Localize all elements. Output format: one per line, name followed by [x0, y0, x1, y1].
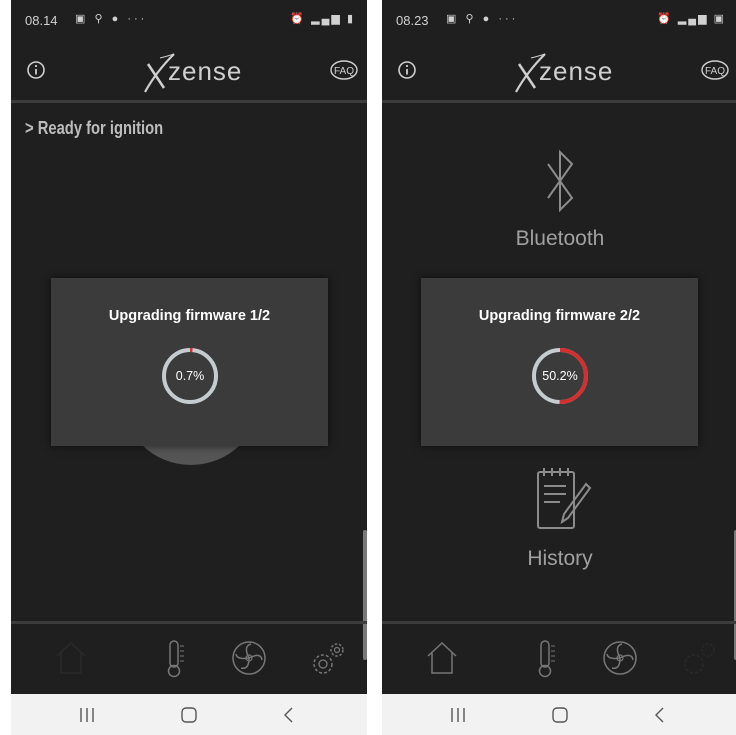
- logo-text: zense: [168, 56, 243, 86]
- home-nav-icon[interactable]: [169, 702, 209, 728]
- bottom-tab-bar: [382, 624, 736, 694]
- info-icon[interactable]: [26, 60, 46, 80]
- back-icon[interactable]: [640, 702, 680, 728]
- status-bar: 08.23 ▣ ⚲ ● ··· ⏰ ▂▄▆ ▣: [382, 0, 736, 40]
- info-icon[interactable]: [397, 60, 417, 80]
- app-header: zense FAQ: [382, 40, 736, 100]
- dialog-title: Upgrading firmware 1/2: [108, 308, 271, 324]
- usb-icon: ⚲: [94, 13, 106, 25]
- fan-icon[interactable]: [229, 636, 269, 680]
- battery-icon: ▮: [346, 13, 355, 25]
- notification-icons: ▣ ⚲ ● ···: [75, 12, 147, 25]
- dialog-title: Upgrading firmware 2/2: [478, 308, 641, 324]
- progress-ring: 50.2%: [530, 346, 590, 406]
- home-nav-icon[interactable]: [540, 702, 580, 728]
- more-icon: ···: [127, 13, 148, 25]
- usb-icon: ⚲: [465, 13, 477, 25]
- firmware-upgrade-dialog: Upgrading firmware 1/2 0.7%: [51, 278, 328, 446]
- progress-percentage: 0.7%: [175, 369, 205, 383]
- phone-screen-left: 08.14 ▣ ⚲ ● ··· ⏰ ▂▄▆ ▮ zense FAQ > Read…: [11, 0, 367, 735]
- thermometer-icon[interactable]: [525, 636, 565, 680]
- alarm-icon: ⏰: [657, 13, 673, 25]
- ready-status-link[interactable]: > Ready for ignition: [25, 118, 163, 139]
- system-status-icons: ⏰ ▂▄▆ ▮: [290, 12, 355, 25]
- home-icon[interactable]: [51, 636, 91, 680]
- notification-icons: ▣ ⚲ ● ···: [446, 12, 518, 25]
- back-icon[interactable]: [269, 702, 309, 728]
- status-time: 08.23: [396, 13, 429, 28]
- history-icon: [537, 468, 592, 529]
- fan-icon[interactable]: [600, 636, 640, 680]
- logo-text: zense: [539, 56, 614, 86]
- home-icon[interactable]: [422, 636, 462, 680]
- battery-icon: ▣: [713, 13, 726, 25]
- thermometer-icon[interactable]: [154, 636, 194, 680]
- recents-icon[interactable]: [67, 702, 107, 728]
- facebook-icon: ●: [482, 13, 493, 25]
- system-nav-bar: [11, 694, 367, 735]
- system-status-icons: ⏰ ▂▄▆ ▣: [657, 12, 726, 25]
- settings-icon[interactable]: [307, 636, 347, 680]
- faq-label: FAQ: [334, 66, 354, 77]
- bottom-tab-bar: [11, 624, 367, 694]
- phone-screen-right: 08.23 ▣ ⚲ ● ··· ⏰ ▂▄▆ ▣ zense FAQ Blueto…: [382, 0, 736, 735]
- bluetooth-label: Bluetooth: [515, 227, 605, 250]
- settings-icon[interactable]: [678, 636, 718, 680]
- system-nav-bar: [382, 694, 736, 735]
- status-bar: 08.14 ▣ ⚲ ● ··· ⏰ ▂▄▆ ▮: [11, 0, 367, 40]
- history-button[interactable]: History: [382, 462, 736, 571]
- xzense-logo: zense: [136, 46, 256, 100]
- gallery-icon: ▣: [75, 13, 89, 25]
- progress-ring: 0.7%: [160, 346, 220, 406]
- header-divider: [11, 100, 367, 103]
- faq-icon[interactable]: FAQ: [700, 59, 730, 81]
- firmware-upgrade-dialog: Upgrading firmware 2/2 50.2%: [421, 278, 698, 446]
- history-label: History: [527, 547, 593, 570]
- more-icon: ···: [498, 13, 519, 25]
- app-header: zense FAQ: [11, 40, 367, 100]
- gallery-icon: ▣: [446, 13, 460, 25]
- status-time: 08.14: [25, 13, 58, 28]
- header-divider: [382, 100, 736, 103]
- bluetooth-icon: [547, 149, 574, 213]
- xzense-logo: zense: [507, 46, 627, 100]
- signal-icon: ▂▄▆: [677, 13, 709, 25]
- facebook-icon: ●: [111, 13, 122, 25]
- bluetooth-button[interactable]: Bluetooth: [382, 140, 736, 251]
- alarm-icon: ⏰: [290, 13, 307, 25]
- progress-percentage: 50.2%: [542, 369, 578, 383]
- signal-icon: ▂▄▆: [311, 13, 342, 25]
- recents-icon[interactable]: [438, 702, 478, 728]
- faq-icon[interactable]: FAQ: [329, 59, 359, 81]
- faq-label: FAQ: [705, 66, 725, 77]
